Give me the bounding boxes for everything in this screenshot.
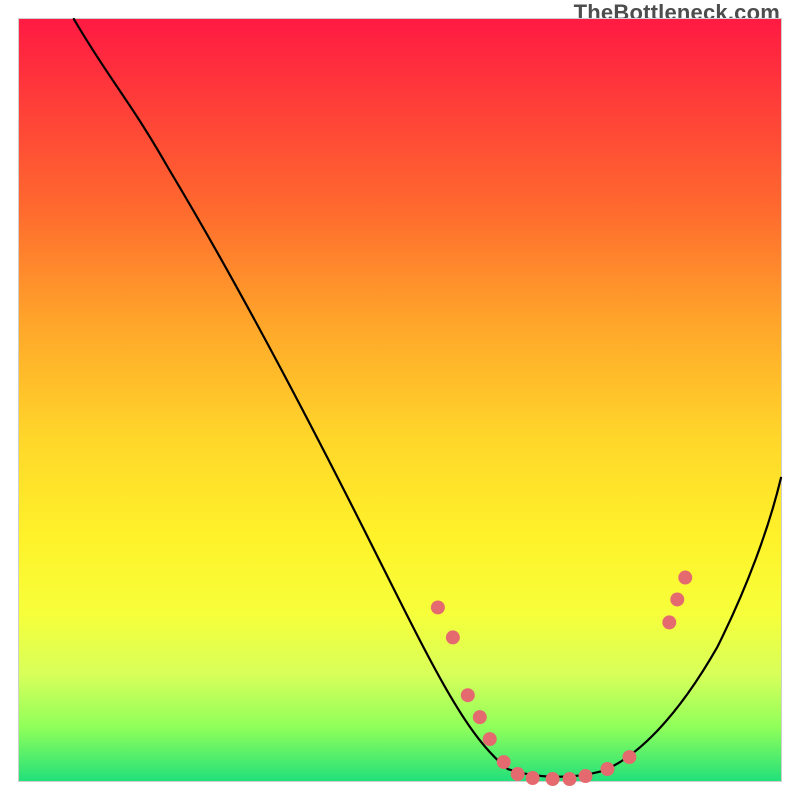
data-point [446,630,460,644]
data-point [473,710,487,724]
chart-stage: TheBottleneck.com [0,0,800,800]
data-point [670,592,684,606]
data-point [526,771,540,785]
data-point [511,767,525,781]
plot-area [18,18,782,782]
data-point [600,762,614,776]
data-point [497,755,511,769]
scatter-points [431,571,692,786]
data-point [563,772,577,786]
data-point [662,615,676,629]
data-point [483,732,497,746]
bottleneck-curve [74,19,781,777]
data-point [622,750,636,764]
data-point [546,772,560,786]
data-point [678,571,692,585]
data-point [461,688,475,702]
curve-svg [19,19,781,781]
data-point [431,600,445,614]
data-point [579,769,593,783]
